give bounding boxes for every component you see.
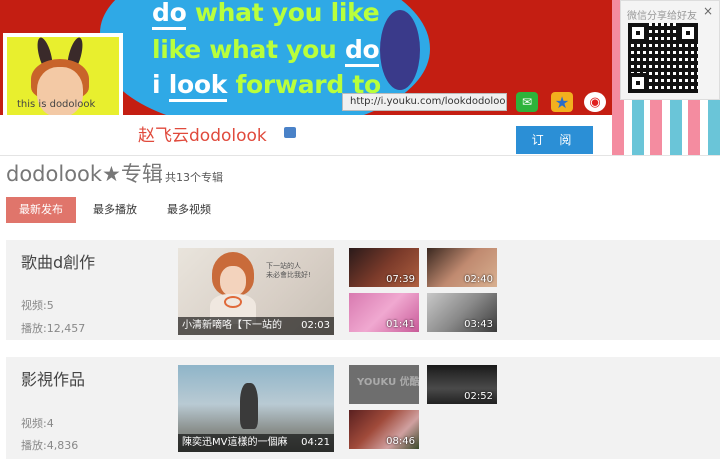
video-thumbnail[interactable]: 02:40 (427, 248, 497, 287)
close-icon[interactable]: × (703, 4, 713, 18)
featured-video-thumbnail[interactable]: 下一站的人 未必會比我好! 小清新嘀咯【下一站的 02:03 (178, 248, 334, 335)
verified-icon (284, 127, 296, 138)
channel-username[interactable]: 赵飞云dodolook (138, 121, 267, 146)
avatar-tag: this is dodolook (17, 99, 96, 110)
wechat-icon[interactable]: ✉ (516, 92, 538, 112)
star-icon[interactable]: ★ (551, 92, 573, 112)
tab-latest[interactable]: 最新发布 (6, 197, 76, 223)
album-title[interactable]: 影視作品 (21, 366, 85, 390)
video-thumbnail[interactable]: 03:43 (427, 293, 497, 332)
sort-tabs: 最新发布 最多播放 最多视频 (6, 197, 224, 223)
album-play-count: 播放:4,836 (21, 439, 79, 452)
subscribe-button[interactable]: 订 阅 (516, 126, 593, 154)
tab-most-played[interactable]: 最多播放 (80, 197, 150, 223)
album-section: 影視作品 视频:4 播放:4,836 陳奕迅MV這樣的一個麻 04:21 YOUK… (6, 357, 720, 459)
slogan-line-2: like what you do (152, 35, 380, 67)
banner-decoration (380, 10, 420, 90)
channel-url[interactable]: http://i.youku.com/lookdodolook (342, 93, 507, 111)
video-thumbnail[interactable]: 02:52 (427, 365, 497, 404)
video-caption: 陳奕迅MV這樣的一個麻 04:21 (178, 434, 334, 452)
youku-logo-icon: YOUKU 优酷 (357, 377, 419, 388)
page-title: dodolook★专辑 (6, 162, 163, 186)
video-subtitle: 下一站的人 未必會比我好! (266, 262, 311, 279)
tab-most-videos[interactable]: 最多视频 (154, 197, 224, 223)
album-section: 歌曲d創作 视频:5 播放:12,457 下一站的人 未必會比我好! 小清新嘀咯【… (6, 240, 720, 340)
video-still (206, 252, 260, 324)
divider (0, 155, 720, 156)
album-count: 共13个专辑 (165, 171, 223, 184)
video-thumbnail[interactable]: 07:39 (349, 248, 419, 287)
album-title[interactable]: 歌曲d創作 (21, 249, 95, 273)
album-play-count: 播放:12,457 (21, 322, 86, 335)
slogan-line-1: do what you like (152, 0, 380, 30)
featured-video-thumbnail[interactable]: 陳奕迅MV這樣的一個麻 04:21 (178, 365, 334, 452)
weibo-icon[interactable]: ◉ (584, 92, 606, 112)
qr-code-icon (628, 23, 698, 93)
video-thumbnail[interactable]: YOUKU 优酷 (349, 365, 419, 404)
album-video-count: 视频:4 (21, 417, 54, 430)
video-still (240, 383, 258, 429)
qr-title: 微信分享给好友 (627, 11, 697, 22)
video-thumbnail[interactable]: 01:41 (349, 293, 419, 332)
qr-share-panel: 微信分享给好友 × (620, 0, 720, 100)
video-thumbnail[interactable]: 08:46 (349, 410, 419, 449)
video-caption: 小清新嘀咯【下一站的 02:03 (178, 317, 334, 335)
album-video-count: 视频:5 (21, 299, 54, 312)
